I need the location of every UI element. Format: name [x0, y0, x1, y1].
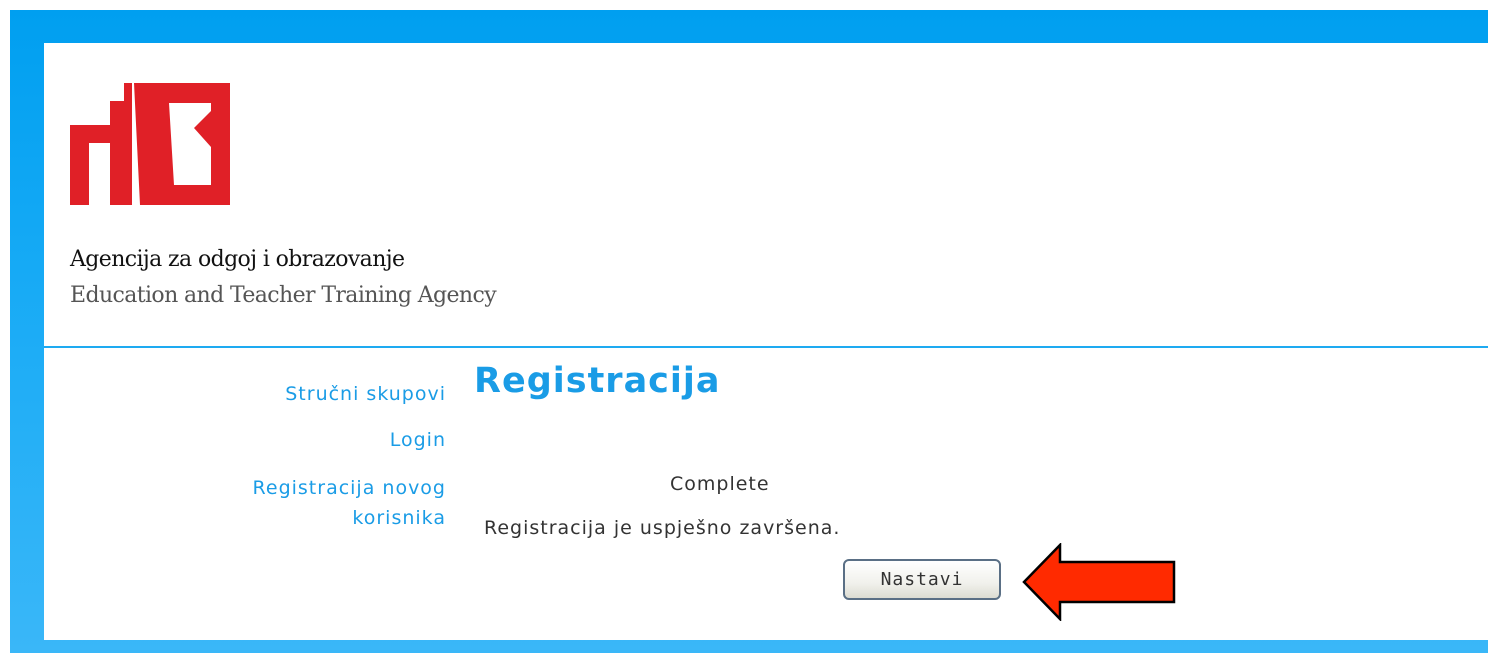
sidebar-item-label-line1: Registracija novog — [252, 477, 446, 499]
continue-button[interactable]: Nastavi — [843, 559, 1001, 600]
page-title: Registracija — [474, 361, 721, 401]
sidebar-item-label-line2: korisnika — [352, 507, 446, 529]
org-name-croatian: Agencija za odgoj i obrazovanje — [70, 247, 405, 272]
sidebar-item-login[interactable]: Login — [144, 427, 446, 454]
sidebar-item-registracija[interactable]: Registracija novog korisnika — [144, 473, 446, 533]
sidebar-item-strucni-skupovi[interactable]: Stručni skupovi — [144, 381, 446, 408]
aoo-logo-icon — [70, 83, 230, 205]
org-name-english: Education and Teacher Training Agency — [70, 283, 497, 308]
left-arrow-icon — [1022, 543, 1176, 621]
sidebar-nav: Stručni skupovi Login Registracija novog… — [144, 381, 446, 533]
status-text: Complete — [670, 473, 770, 495]
header-divider — [44, 346, 1488, 348]
content-panel: Agencija za odgoj i obrazovanje Educatio… — [44, 43, 1488, 640]
success-message: Registracija je uspješno završena. — [484, 517, 841, 539]
